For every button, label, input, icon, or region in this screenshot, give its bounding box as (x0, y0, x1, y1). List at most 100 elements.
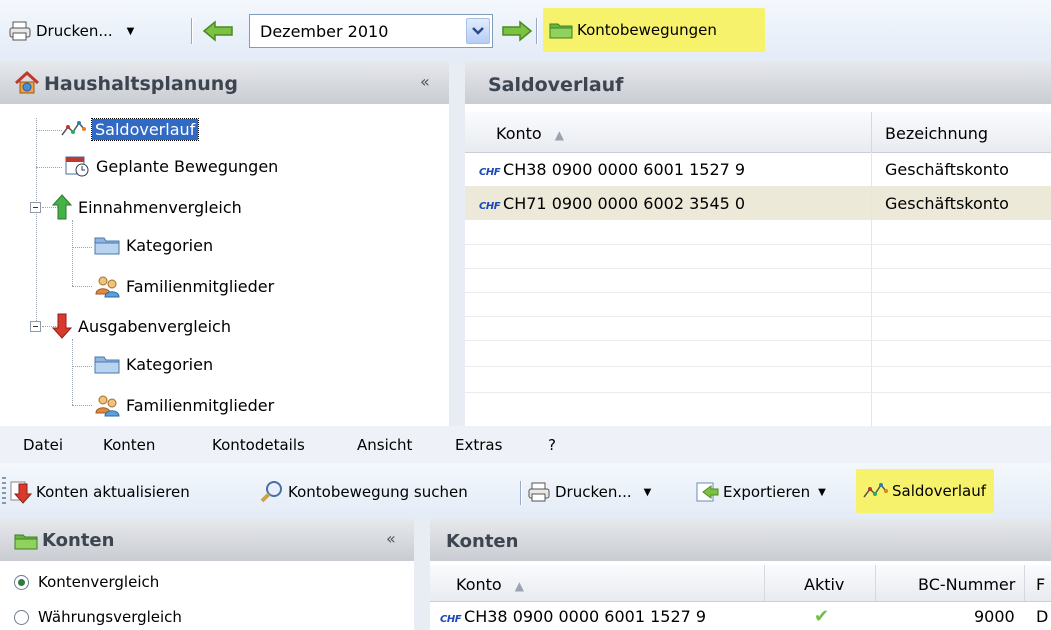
month-select[interactable]: Dezember 2010 (249, 14, 493, 48)
splitter[interactable] (414, 519, 430, 630)
column-header-f[interactable]: F (1036, 575, 1045, 594)
people-icon (95, 395, 120, 417)
collapse-nav-button[interactable]: « (420, 72, 430, 91)
toolbar-grip[interactable] (2, 477, 6, 505)
konten-grid-header: Konto ▲ Aktiv BC-Nummer F (430, 565, 1051, 602)
print-button[interactable]: Drucken... ▼ (527, 477, 651, 507)
menu-bar: Datei Konten Kontodetails Ansicht Extras… (0, 426, 1051, 464)
print-dropdown-arrow[interactable]: ▼ (644, 487, 652, 498)
konten-grid: Konto ▲ Aktiv BC-Nummer F CHF CH38 0900 0… (430, 561, 1051, 630)
nav-item-saldoverlauf[interactable]: Saldoverlauf (60, 117, 200, 141)
tree-line (36, 167, 62, 168)
menu-extras[interactable]: Extras (455, 436, 502, 454)
arrow-right-icon (502, 20, 533, 42)
radio-button[interactable] (14, 609, 29, 625)
konto-cell: CHF CH38 0900 0000 6001 1527 9 (479, 160, 745, 179)
konto-cell: CHF CH38 0900 0000 6001 1527 9 (440, 607, 706, 626)
bottom-toolbar: Konten aktualisieren Kontobewegung suche… (0, 463, 1051, 520)
column-divider (871, 112, 872, 152)
menu-datei[interactable]: Datei (23, 436, 63, 454)
nav-title: Haushaltsplanung (44, 73, 238, 95)
menu-ansicht[interactable]: Ansicht (357, 436, 412, 454)
column-divider (875, 565, 876, 601)
chevron-down-icon[interactable] (466, 18, 490, 44)
nav-item-label: Familienmitglieder (126, 395, 275, 415)
arrow-down-icon (10, 481, 32, 504)
export-button[interactable]: Exportieren ▼ (695, 477, 826, 507)
nav-item-ausgaben-familienmitglieder[interactable]: Familienmitglieder (94, 393, 274, 417)
sort-asc-icon: ▲ (514, 579, 525, 593)
tree-line (72, 366, 92, 367)
month-value: Dezember 2010 (260, 22, 389, 41)
saldoverlauf-button[interactable]: Saldoverlauf (856, 469, 994, 513)
konten-nav-title: Konten (42, 530, 115, 551)
saldo-title: Saldoverlauf (488, 74, 624, 96)
column-header-bezeichnung[interactable]: Bezeichnung (885, 124, 988, 143)
tree-line (36, 118, 37, 323)
search-transaction-button[interactable]: Kontobewegung suchen (260, 477, 468, 507)
line-chart-icon (863, 483, 888, 498)
option-kontenvergleich[interactable]: Kontenvergleich (14, 573, 159, 591)
chf-currency-icon: CHF (440, 614, 462, 625)
grid-line (465, 244, 1051, 245)
option-label: Kontenvergleich (38, 573, 160, 591)
refresh-accounts-label: Konten aktualisieren (36, 483, 190, 501)
splitter[interactable] (449, 62, 465, 426)
table-row[interactable]: CHF CH71 0900 0000 6002 3545 0 Geschäftsk… (465, 186, 1051, 220)
grid-line (465, 340, 1051, 341)
option-label: Währungsvergleich (38, 608, 182, 626)
bezeichnung-cell: Geschäftskonto (885, 160, 1009, 179)
menu-help[interactable]: ? (548, 436, 556, 454)
column-label: Konto (456, 575, 502, 594)
saldo-grid-header: Konto ▲ Bezeichnung (465, 112, 1051, 153)
tree-line (72, 405, 92, 406)
nav-item-label: Familienmitglieder (126, 276, 275, 296)
back-button[interactable] (202, 16, 234, 46)
column-header-konto[interactable]: Konto ▲ (496, 124, 564, 143)
nav-item-einnahmenvergleich[interactable]: Einnahmenvergleich (52, 194, 242, 220)
option-waehrungsvergleich[interactable]: Währungsvergleich (14, 608, 182, 626)
export-dropdown-arrow[interactable]: ▼ (818, 487, 826, 498)
kontobewegungen-button[interactable]: Kontobewegungen (543, 8, 765, 52)
refresh-accounts-button[interactable]: Konten aktualisieren (10, 477, 190, 507)
menu-kontodetails[interactable]: Kontodetails (212, 436, 305, 454)
grid-line (465, 292, 1051, 293)
collapse-nav-button[interactable]: « (386, 529, 396, 548)
radio-button[interactable] (14, 574, 29, 590)
column-divider (871, 152, 872, 426)
print-dropdown-arrow[interactable]: ▼ (127, 26, 135, 37)
folder-icon (94, 237, 120, 255)
arrow-left-icon (202, 20, 233, 42)
column-header-bc-nummer[interactable]: BC-Nummer (918, 575, 1015, 594)
export-label: Exportieren (723, 483, 811, 501)
nav-item-einnahmen-familienmitglieder[interactable]: Familienmitglieder (94, 274, 274, 298)
separator (536, 18, 537, 44)
saldoverlauf-label: Saldoverlauf (892, 482, 986, 500)
nav-item-einnahmen-kategorien[interactable]: Kategorien (94, 234, 213, 256)
nav-item-label: Ausgabenvergleich (78, 316, 231, 336)
table-row[interactable]: CHF CH38 0900 0000 6001 1527 9 ✔ 9000 D (430, 601, 1051, 630)
menu-konten[interactable]: Konten (103, 436, 155, 454)
print-label: Drucken... (36, 22, 113, 40)
kontobewegungen-label: Kontobewegungen (577, 21, 717, 39)
konto-value: CH71 0900 0000 6002 3545 0 (503, 194, 746, 213)
nav-item-geplante-bewegungen[interactable]: Geplante Bewegungen (64, 154, 278, 178)
saldo-grid: Konto ▲ Bezeichnung CHF CH38 0900 0000 60… (465, 104, 1051, 426)
forward-button[interactable] (501, 16, 533, 46)
nav-item-ausgabenvergleich[interactable]: Ausgabenvergleich (52, 313, 231, 339)
bc-cell: 9000 (974, 607, 1015, 626)
expand-einnahmen-toggle[interactable] (30, 202, 41, 213)
nav-header: Haushaltsplanung « (0, 62, 449, 105)
tree-line (72, 339, 73, 405)
checkmark-icon: ✔ (814, 606, 830, 627)
nav-item-ausgaben-kategorien[interactable]: Kategorien (94, 353, 213, 375)
table-row[interactable]: CHF CH38 0900 0000 6001 1527 9 Geschäftsk… (465, 152, 1051, 187)
sort-asc-icon: ▲ (554, 128, 565, 142)
column-header-aktiv[interactable]: Aktiv (804, 575, 844, 594)
column-divider (764, 565, 765, 601)
folder-icon (94, 356, 120, 374)
column-header-konto[interactable]: Konto ▲ (456, 575, 524, 594)
tree-line (72, 247, 92, 248)
print-button[interactable]: Drucken... ▼ (8, 16, 134, 46)
expand-ausgaben-toggle[interactable] (30, 321, 41, 332)
